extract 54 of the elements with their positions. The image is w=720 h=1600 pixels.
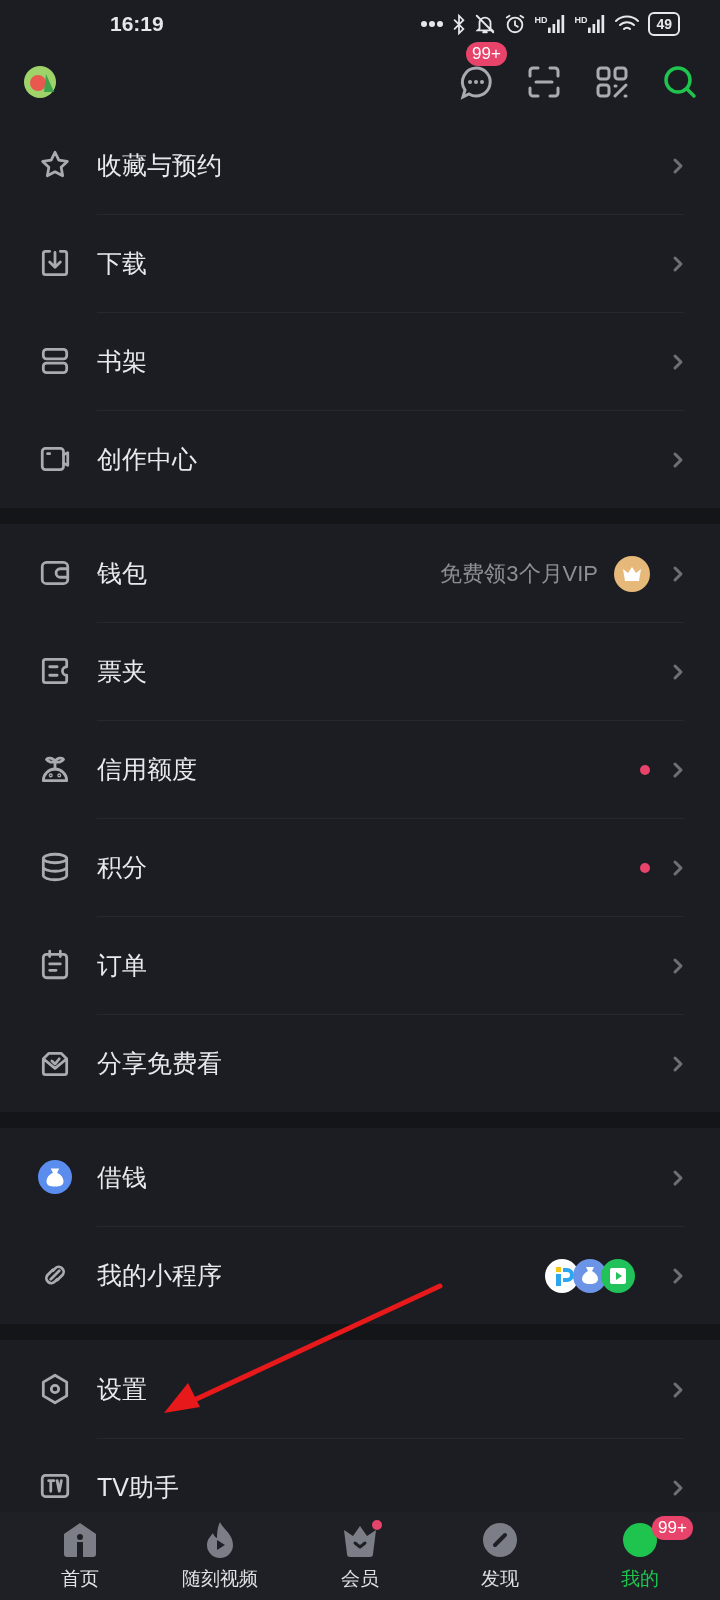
battery-level: 49: [648, 12, 680, 36]
nav-tab[interactable]: 会员: [300, 1512, 420, 1600]
chevron-icon: [672, 1168, 684, 1187]
menu-item-label[interactable]: 票夹: [97, 655, 672, 688]
message-count-badge: 99+: [466, 42, 507, 66]
menu-item-label[interactable]: 钱包: [97, 557, 441, 590]
menu-item-label[interactable]: 设置: [97, 1373, 672, 1406]
nav-tab[interactable]: 首页: [20, 1512, 140, 1600]
chevron-icon: [672, 450, 684, 469]
chevron-icon: [672, 662, 684, 681]
menu-item-label[interactable]: 书架: [97, 345, 672, 378]
muted-bell-icon: [474, 13, 497, 35]
signal-icon: [588, 15, 607, 33]
search-icon[interactable]: [662, 64, 698, 100]
chat-icon[interactable]: [458, 64, 494, 100]
chevron-icon: [672, 156, 684, 175]
alarm-icon: [504, 13, 527, 35]
avatar: [24, 66, 56, 98]
menu-item-label[interactable]: 我的小程序: [97, 1259, 544, 1292]
chevron-icon: [672, 1266, 684, 1285]
chevron-icon: [672, 254, 684, 273]
nav-tab[interactable]: 发现: [440, 1512, 560, 1600]
menu-item-label[interactable]: 积分: [97, 851, 640, 884]
chevron-icon: [672, 1478, 684, 1497]
notification-count-badge: 99+: [652, 1516, 693, 1540]
chevron-icon: [672, 858, 684, 877]
network-label: HD: [534, 15, 548, 25]
status-time: 16:19: [110, 12, 165, 36]
nav-tab[interactable]: 我的 99+: [580, 1512, 700, 1600]
bluetooth-icon: [452, 13, 467, 35]
scan-icon[interactable]: [527, 65, 561, 99]
compass-icon: [480, 1520, 520, 1560]
chevron-icon: [672, 352, 684, 371]
chevron-icon: [672, 1054, 684, 1073]
menu-item-label[interactable]: 创作中心: [97, 443, 672, 476]
nav-tab[interactable]: 随刻视频: [160, 1512, 280, 1600]
chevron-icon: [672, 760, 684, 779]
menu-item-label[interactable]: 借钱: [97, 1161, 672, 1194]
menu-item-label[interactable]: 下载: [97, 247, 672, 280]
chevron-icon: [672, 956, 684, 975]
signal-icon: [548, 15, 567, 33]
network-label: HD: [574, 15, 588, 25]
qr-code-icon[interactable]: [595, 65, 629, 99]
menu-item-label[interactable]: 分享免费看: [97, 1047, 672, 1080]
chevron-icon: [672, 564, 684, 583]
chevron-icon: [672, 1380, 684, 1399]
promo-text: 免费领3个月VIP: [440, 559, 598, 588]
menu-item-label[interactable]: 收藏与预约: [97, 149, 672, 182]
crown-badge-icon: [614, 555, 650, 592]
money-bag-icon: [38, 1160, 72, 1194]
menu-item-label[interactable]: 信用额度: [97, 753, 640, 786]
more-dots-icon: [420, 20, 445, 28]
menu-item-label[interactable]: 订单: [97, 949, 672, 982]
menu-item-label[interactable]: TV助手: [97, 1471, 672, 1504]
